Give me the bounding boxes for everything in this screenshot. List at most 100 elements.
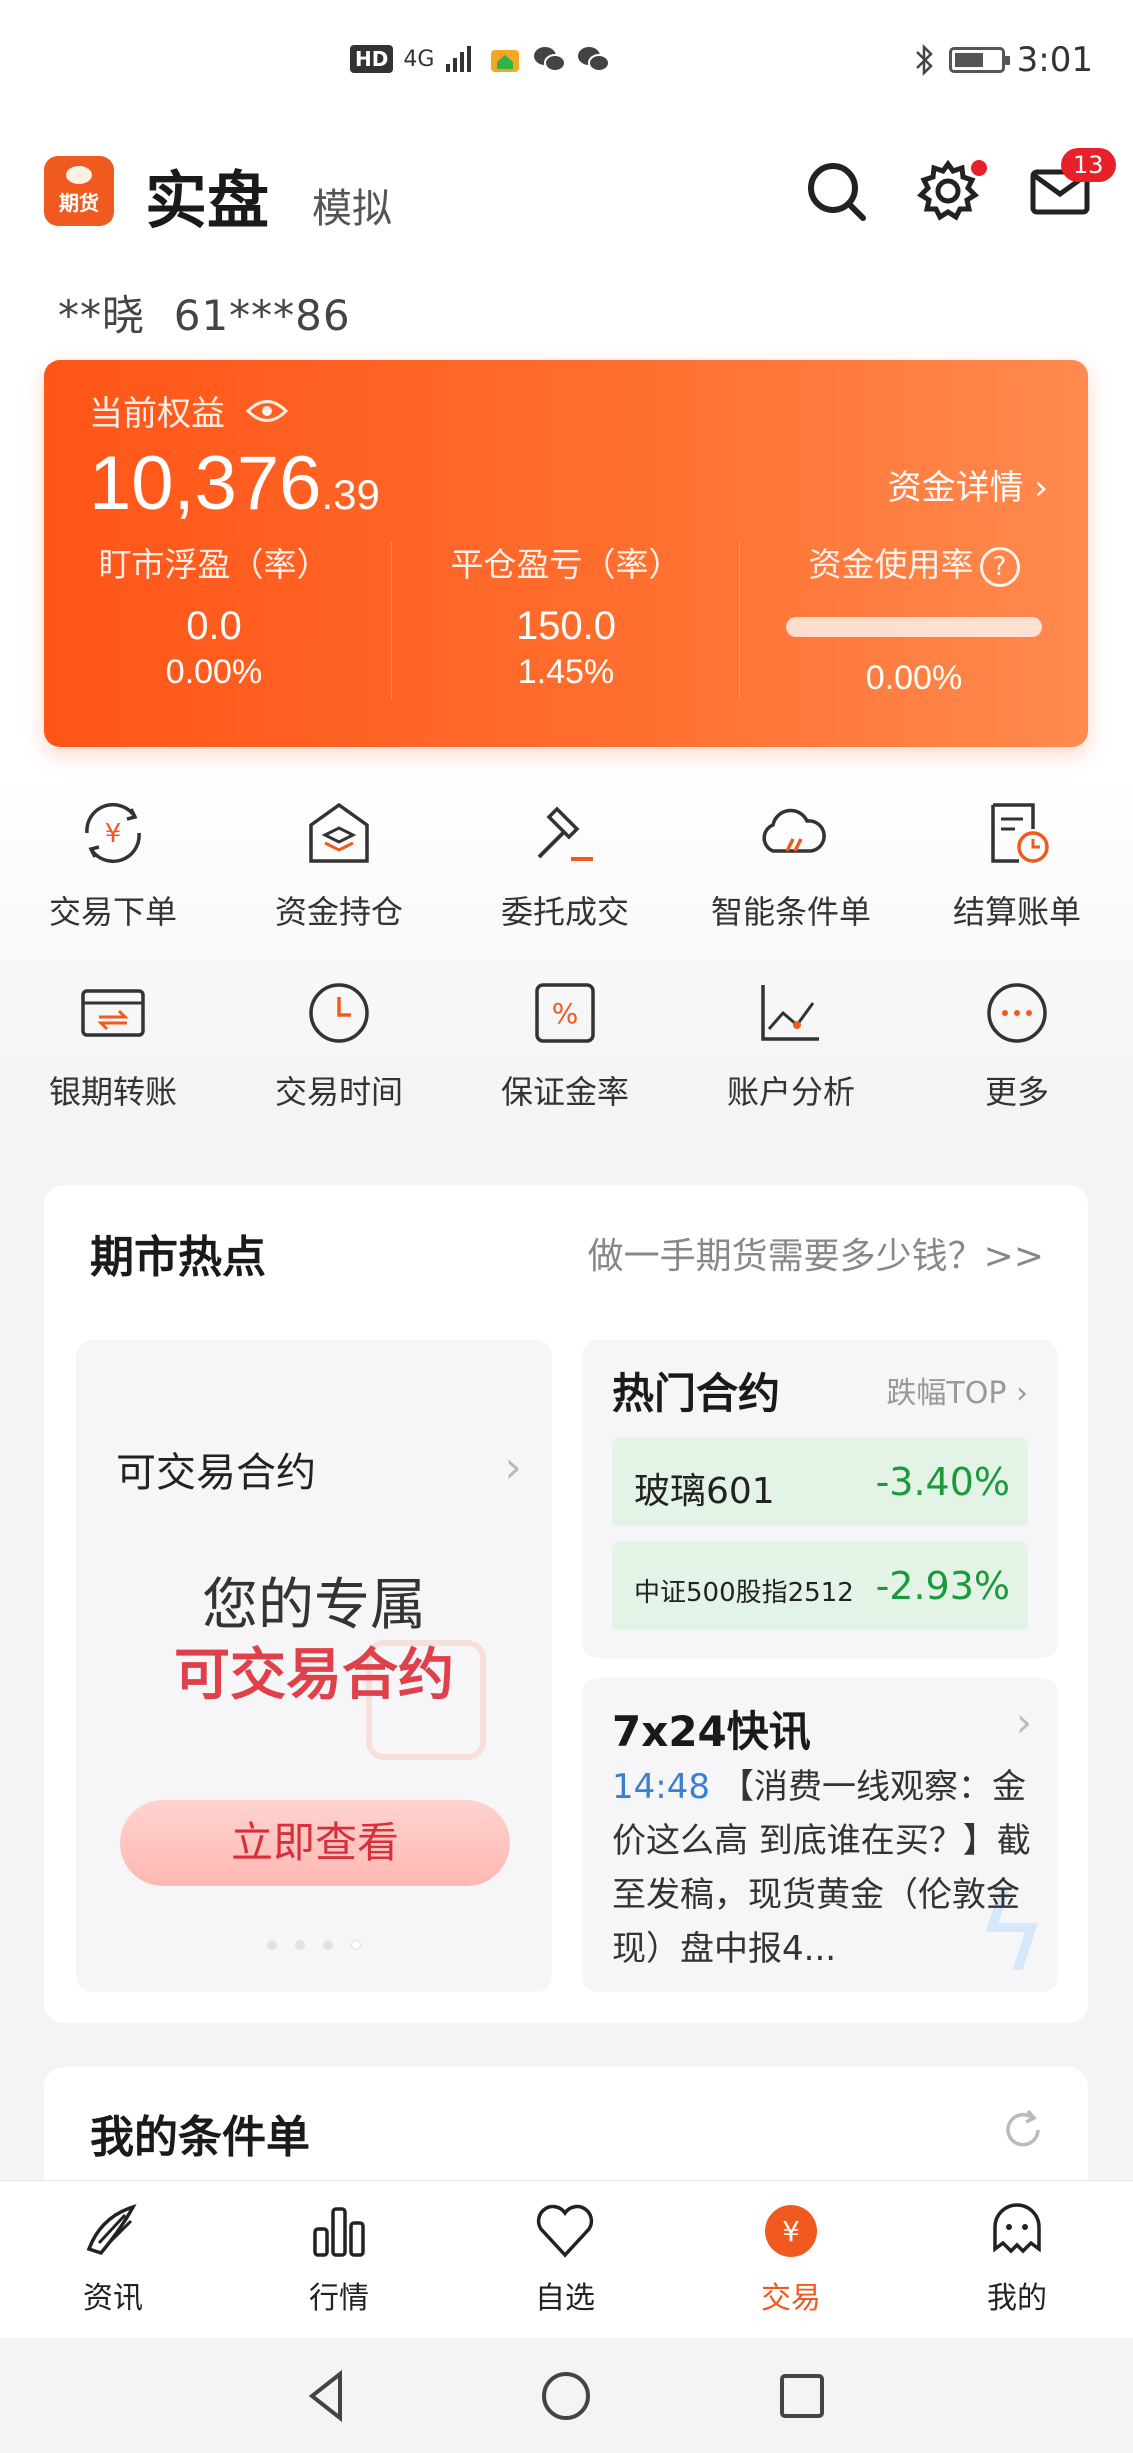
carousel-dot xyxy=(295,1940,305,1950)
trade-yuan-icon: ¥ xyxy=(765,2205,817,2257)
eye-icon[interactable] xyxy=(245,396,289,426)
hot-contracts-title: 热门合约 xyxy=(612,1369,781,1418)
quick-action-label: 更多 xyxy=(984,1073,1049,1111)
view-now-button[interactable]: 立即查看 xyxy=(120,1800,510,1886)
nav-watchlist[interactable]: 自选 xyxy=(452,2199,678,2317)
signal-bars-icon xyxy=(446,46,472,72)
contract-name: 中证500股指2512 xyxy=(634,1578,854,1608)
contract-row[interactable]: 玻璃601 -3.40% xyxy=(612,1438,1028,1526)
nav-news[interactable]: 资讯 xyxy=(0,2199,226,2317)
my-conditions-title: 我的条件单 xyxy=(90,2112,310,2163)
promo-headline: 您的专属 xyxy=(202,1573,426,1638)
floating-pnl-rate: 0.00% xyxy=(165,653,263,691)
closed-pnl-rate: 1.45% xyxy=(517,653,615,691)
nav-label: 自选 xyxy=(535,2281,595,2316)
account-info: **晓 61***86 xyxy=(58,282,351,343)
quick-action-trading-hours[interactable]: 交易时间 xyxy=(226,975,452,1113)
fund-usage-title-row: 资金使用率? xyxy=(749,538,1079,587)
contract-change: -3.40% xyxy=(875,1460,1010,1504)
search-icon xyxy=(808,163,866,221)
nav-label: 我的 xyxy=(987,2281,1047,2316)
quick-action-trade-order[interactable]: ¥ 交易下单 xyxy=(0,795,226,933)
quick-action-label: 交易时间 xyxy=(274,1073,403,1111)
promo-headline-accent: 可交易合约 xyxy=(174,1643,454,1708)
news-item: 14:48 【消费一线观察：金价这么高 到底谁在买？】截至发稿，现货黄金（伦敦金现… xyxy=(612,1760,1032,1976)
equity-card: 当前权益 10,376.39 资金详情 › 盯市浮盈（率） 0.0 0.00% … xyxy=(44,360,1088,747)
equity-value-int: 10,376 xyxy=(89,441,322,526)
divider xyxy=(739,542,740,700)
quick-action-label: 资金持仓 xyxy=(274,893,403,931)
tab-real[interactable]: 实盘 xyxy=(145,150,269,240)
profile-icon xyxy=(993,2203,1041,2254)
quick-action-settlement-bill[interactable]: 结算账单 xyxy=(904,795,1130,933)
decline-top-link[interactable]: 跌幅TOP › xyxy=(886,1368,1028,1412)
cloud-icon xyxy=(762,808,826,853)
app-logo: 期货 xyxy=(44,156,114,226)
funds-detail-link[interactable]: 资金详情 › xyxy=(888,460,1048,509)
status-icons: HD 4G xyxy=(350,44,611,74)
settings-notification-dot xyxy=(971,160,987,176)
closed-pnl-value: 150.0 xyxy=(515,604,617,648)
fund-usage-title: 资金使用率 xyxy=(808,545,974,584)
quick-action-account-analysis[interactable]: 账户分析 xyxy=(678,975,904,1113)
card-transfer-icon xyxy=(81,989,145,1037)
signal-icon: 4G xyxy=(403,46,435,72)
floating-pnl: 盯市浮盈（率） 0.0 0.00% xyxy=(49,538,379,692)
bar-chart-icon xyxy=(313,2207,365,2257)
home-icon[interactable] xyxy=(536,2366,596,2426)
my-conditions-card: 我的条件单 xyxy=(44,2067,1088,2187)
quick-action-label: 账户分析 xyxy=(726,1073,855,1111)
chevron-right-icon: › xyxy=(1034,468,1048,508)
status-right: 3:01 xyxy=(913,40,1093,80)
mail-button[interactable]: 13 xyxy=(1027,148,1116,224)
heart-icon xyxy=(536,2204,594,2258)
mail-badge: 13 xyxy=(1061,148,1116,182)
tradable-contracts-card[interactable]: 可交易合约 › 您的专属 可交易合约 立即查看 xyxy=(76,1340,552,1992)
status-bar: HD 4G 3:01 xyxy=(0,0,1133,130)
decline-top-label: 跌幅TOP xyxy=(886,1376,1007,1411)
back-icon[interactable] xyxy=(298,2366,358,2426)
clock-icon xyxy=(309,983,369,1043)
bill-clock-icon xyxy=(991,803,1049,863)
settings-button[interactable] xyxy=(915,158,987,224)
svg-text:¥: ¥ xyxy=(782,2215,800,2248)
search-button[interactable] xyxy=(803,158,869,224)
quick-action-funds-positions[interactable]: 资金持仓 xyxy=(226,795,452,933)
quick-action-label: 智能条件单 xyxy=(710,893,871,931)
account-name: **晓 xyxy=(58,291,146,340)
equity-label: 当前权益 xyxy=(89,394,225,434)
line-chart-icon xyxy=(761,985,819,1041)
equity-value-frac: .39 xyxy=(321,471,380,518)
nav-trade[interactable]: ¥ 交易 xyxy=(678,2199,904,2317)
quick-action-orders-fills[interactable]: 委托成交 xyxy=(452,795,678,933)
wechat-icon-2 xyxy=(578,47,611,72)
carousel-dot-active xyxy=(351,1940,361,1950)
refresh-icon[interactable] xyxy=(1000,2107,1046,2153)
quick-action-margin-rate[interactable]: % 保证金率 xyxy=(452,975,678,1113)
quick-action-label: 结算账单 xyxy=(952,893,1081,931)
recents-icon[interactable] xyxy=(772,2366,832,2426)
quick-action-more[interactable]: 更多 xyxy=(904,975,1130,1113)
bottom-navigation: 资讯 行情 自选 ¥ 交易 我的 xyxy=(0,2180,1133,2338)
nav-market[interactable]: 行情 xyxy=(226,2199,452,2317)
quick-action-label: 银期转账 xyxy=(48,1073,177,1111)
fund-usage: 资金使用率? 0.00% xyxy=(749,538,1079,698)
equity-value: 10,376.39 xyxy=(89,440,380,527)
quick-action-smart-conditions[interactable]: 智能条件单 xyxy=(678,795,904,933)
nav-profile[interactable]: 我的 xyxy=(904,2199,1130,2317)
help-icon[interactable]: ? xyxy=(979,546,1020,587)
funds-detail-label: 资金详情 xyxy=(887,468,1024,508)
bluetooth-icon xyxy=(915,43,933,77)
quick-action-label: 交易下单 xyxy=(48,893,177,931)
nav-label: 交易 xyxy=(761,2281,821,2316)
contract-row[interactable]: 中证500股指2512 -2.93% xyxy=(612,1542,1028,1630)
tab-simulated[interactable]: 模拟 xyxy=(312,176,392,234)
quick-action-bank-transfer[interactable]: 银期转账 xyxy=(0,975,226,1113)
home-app-icon xyxy=(491,50,520,72)
system-navigation xyxy=(0,2338,1133,2453)
fund-usage-rate: 0.00% xyxy=(865,658,963,697)
futures-cost-link[interactable]: 做一手期货需要多少钱？>> xyxy=(588,1227,1044,1279)
quick-action-label: 保证金率 xyxy=(500,1073,629,1111)
chevron-right-icon: › xyxy=(1016,1700,1032,1746)
news-flash-card[interactable]: 7x24快讯 › ϟ 14:48 【消费一线观察：金价这么高 到底谁在买？】截至发… xyxy=(582,1678,1058,1992)
